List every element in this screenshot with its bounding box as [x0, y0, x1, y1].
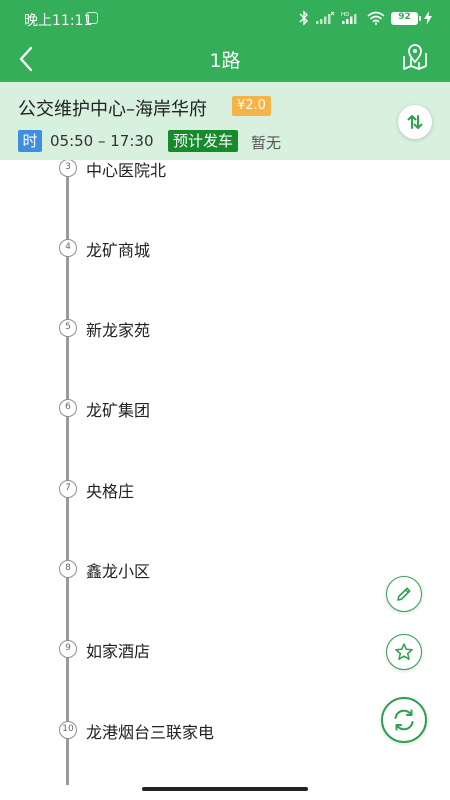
stop-name: 龙矿集团 — [86, 401, 151, 420]
stop-name: 龙港烟台三联家电 — [86, 723, 215, 742]
bluetooth-icon — [299, 10, 308, 26]
list-item[interactable]: 3 中心医院北 — [0, 160, 450, 189]
home-indicator[interactable] — [142, 787, 308, 791]
fare-badge: ¥2.0 — [232, 96, 271, 116]
stop-name: 中心医院北 — [86, 161, 167, 180]
nav-bar: 1路 — [0, 36, 450, 82]
battery-level: 92 — [398, 11, 411, 22]
battery-icon: 92 — [391, 11, 421, 25]
edit-button[interactable] — [386, 576, 422, 612]
list-item[interactable]: 8 鑫龙小区 — [0, 550, 450, 590]
stop-number: 7 — [59, 480, 77, 498]
app-screen: 晚上11:11 HD 92 1路 公交维护中心–海岸华府 ¥2.0 时 05:5… — [0, 0, 450, 800]
status-time: 晚上11:11 — [24, 13, 93, 29]
charging-icon — [424, 11, 432, 25]
stop-list: 3 中心医院北 4 龙矿商城 5 新龙家苑 6 龙矿集团 7 央格庄 8 鑫龙小… — [0, 160, 450, 785]
stop-number: 8 — [59, 560, 77, 578]
pencil-icon — [397, 587, 411, 601]
departure-tag: 预计发车 — [168, 130, 239, 152]
list-item[interactable]: 4 龙矿商城 — [0, 229, 450, 269]
header: 晚上11:11 HD 92 1路 — [0, 0, 450, 82]
cellular-signal-icon — [316, 11, 335, 24]
time-tag: 时 — [18, 130, 42, 152]
swap-arrows-icon — [407, 115, 423, 129]
stop-number: 3 — [59, 160, 77, 177]
stop-number: 6 — [59, 399, 77, 417]
stop-number: 5 — [59, 319, 77, 337]
cellular-signal-hd-icon: HD — [341, 12, 357, 24]
stop-number: 4 — [59, 239, 77, 257]
list-item[interactable]: 7 央格庄 — [0, 470, 450, 510]
refresh-icon — [394, 709, 414, 731]
map-pin-icon — [403, 44, 427, 70]
stop-number: 9 — [59, 640, 77, 658]
app-notification-icon — [86, 12, 98, 24]
refresh-button[interactable] — [381, 697, 427, 743]
map-button[interactable] — [398, 40, 432, 74]
list-item[interactable]: 6 龙矿集团 — [0, 389, 450, 429]
page-title: 1路 — [209, 50, 241, 72]
status-bar: 晚上11:11 HD 92 — [0, 0, 450, 36]
status-icons: HD 92 — [299, 9, 432, 27]
stop-number: 10 — [59, 721, 77, 739]
route-name: 公交维护中心–海岸华府 — [18, 99, 207, 120]
list-item[interactable]: 9 如家酒店 — [0, 630, 450, 670]
route-info-panel: 公交维护中心–海岸华府 ¥2.0 时 05:50 – 17:30 预计发车 暂无 — [0, 82, 450, 160]
stop-name: 新龙家苑 — [86, 321, 151, 340]
operating-hours: 05:50 – 17:30 — [50, 132, 154, 150]
wifi-icon — [367, 11, 385, 25]
network-hd-label: HD — [341, 12, 349, 18]
star-icon — [395, 643, 413, 660]
stop-name: 龙矿商城 — [86, 241, 151, 260]
favorite-button[interactable] — [386, 634, 422, 670]
stop-name: 央格庄 — [86, 482, 135, 501]
stop-name: 鑫龙小区 — [86, 562, 151, 581]
stop-name: 如家酒店 — [86, 642, 151, 661]
departure-value: 暂无 — [251, 134, 282, 152]
swap-direction-button[interactable] — [398, 105, 432, 139]
list-item[interactable]: 5 新龙家苑 — [0, 309, 450, 349]
